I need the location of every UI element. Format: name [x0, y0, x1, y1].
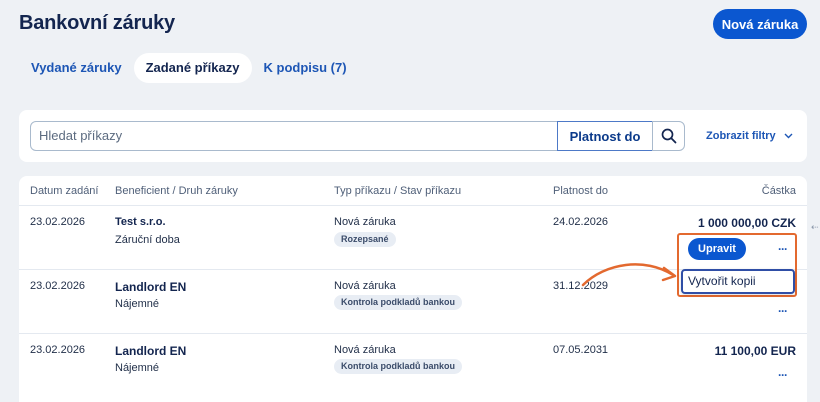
column-header-order-type: Typ příkazu / Stav příkazu	[334, 185, 462, 197]
status-badge: Kontrola podkladů bankou	[334, 295, 462, 310]
row-date: 23.02.2026	[30, 280, 86, 292]
row-valid-to: 31.12.2029	[553, 280, 609, 292]
table-row[interactable]: 23.02.2026 Landlord EN Nájemné Nová záru…	[19, 333, 807, 402]
row-order-type: Nová záruka	[334, 344, 396, 356]
page-title: Bankovní záruky	[19, 12, 175, 34]
row-date: 23.02.2026	[30, 216, 86, 228]
row-valid-to: 07.05.2031	[553, 344, 609, 356]
tab-issued-guarantees[interactable]: Vydané záruky	[19, 53, 134, 83]
tab-submitted-orders[interactable]: Zadané příkazy	[133, 53, 252, 83]
row-amount: 1 000 000,00 CZK	[697, 216, 796, 230]
row-guarantee-kind: Nájemné	[115, 298, 160, 310]
row-guarantee-kind: Záruční doba	[115, 234, 180, 246]
new-guarantee-button[interactable]: Nová záruka	[713, 9, 807, 39]
search-icon	[661, 128, 676, 144]
column-header-beneficiary: Beneficient / Druh záruky	[115, 185, 238, 197]
column-header-date: Datum zadání	[30, 185, 99, 197]
collapse-arrow-icon[interactable]: ⇠	[811, 222, 819, 233]
chevron-down-icon	[784, 133, 793, 139]
create-copy-menu-item[interactable]: Vytvořit kopii	[681, 269, 795, 294]
status-badge: Rozepsané	[334, 232, 396, 247]
search-input[interactable]: Hledat příkazy	[30, 121, 558, 151]
row-more-button[interactable]: ···	[778, 304, 788, 318]
row-beneficiary: Landlord EN	[115, 344, 187, 358]
row-guarantee-kind: Nájemné	[115, 362, 160, 374]
column-header-valid-to: Platnost do	[553, 185, 609, 197]
row-beneficiary: Test s.r.o.	[115, 216, 166, 228]
row-valid-to: 24.02.2026	[553, 216, 609, 228]
row-amount: 11 100,00 EUR	[714, 344, 796, 358]
edit-button[interactable]: Upravit	[688, 238, 746, 260]
tab-bar: Vydané záruky Zadané příkazy K podpisu (…	[19, 53, 359, 83]
row-order-type: Nová záruka	[334, 216, 396, 228]
column-header-amount: Částka	[761, 185, 796, 197]
status-badge: Kontrola podkladů bankou	[334, 359, 462, 374]
search-panel: Hledat příkazy Platnost do Zobrazit filt…	[19, 110, 807, 162]
validity-filter-button[interactable]: Platnost do	[557, 121, 653, 151]
row-more-button-open[interactable]: ···	[778, 242, 788, 256]
row-date: 23.02.2026	[30, 344, 86, 356]
row-order-type: Nová záruka	[334, 280, 396, 292]
row-beneficiary: Landlord EN	[115, 280, 187, 294]
show-filters-button[interactable]: Zobrazit filtry	[706, 125, 793, 147]
show-filters-label: Zobrazit filtry	[706, 130, 776, 142]
table-row[interactable]: 23.02.2026 Test s.r.o. Záruční doba Nová…	[19, 205, 807, 269]
tab-to-sign[interactable]: K podpisu (7)	[252, 53, 359, 83]
row-more-button[interactable]: ···	[778, 368, 788, 382]
search-button[interactable]	[652, 121, 685, 151]
